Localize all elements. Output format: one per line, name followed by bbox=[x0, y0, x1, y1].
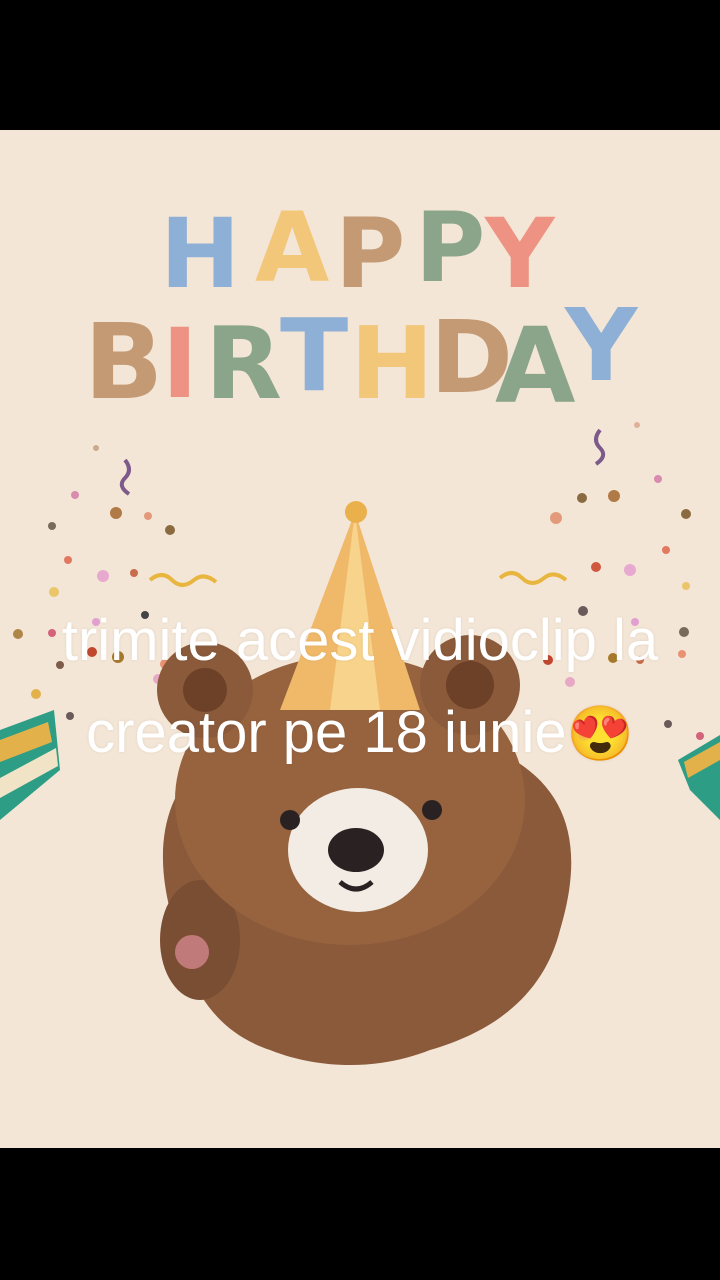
top-black-bar bbox=[0, 0, 720, 130]
video-caption: trimite acest vidioclip la creator pe 18… bbox=[40, 595, 680, 780]
video-frame[interactable]: H A P P Y B I R T H D A Y trimite acest … bbox=[0, 130, 720, 1148]
heading-letter: T bbox=[280, 297, 349, 414]
heading-letter: P bbox=[335, 198, 406, 310]
heading-letter: H bbox=[160, 198, 241, 310]
heading-letter: A bbox=[495, 305, 576, 427]
heading-letter: Y bbox=[485, 198, 555, 310]
heading-letter: P bbox=[415, 192, 486, 304]
heading-letter: H bbox=[350, 305, 434, 422]
bottom-black-bar bbox=[0, 1148, 720, 1280]
heading-letter: R bbox=[205, 305, 283, 422]
heading-letter: Y bbox=[565, 287, 638, 404]
heading-letter: A bbox=[255, 192, 330, 304]
party-popper-icon bbox=[678, 735, 720, 820]
heading-letter: I bbox=[162, 308, 198, 420]
happy-birthday-heading: H A P P Y B I R T H D A Y bbox=[0, 190, 720, 430]
heart-eyes-emoji-icon: 😍 bbox=[566, 704, 634, 764]
heading-letter: B bbox=[84, 301, 164, 423]
